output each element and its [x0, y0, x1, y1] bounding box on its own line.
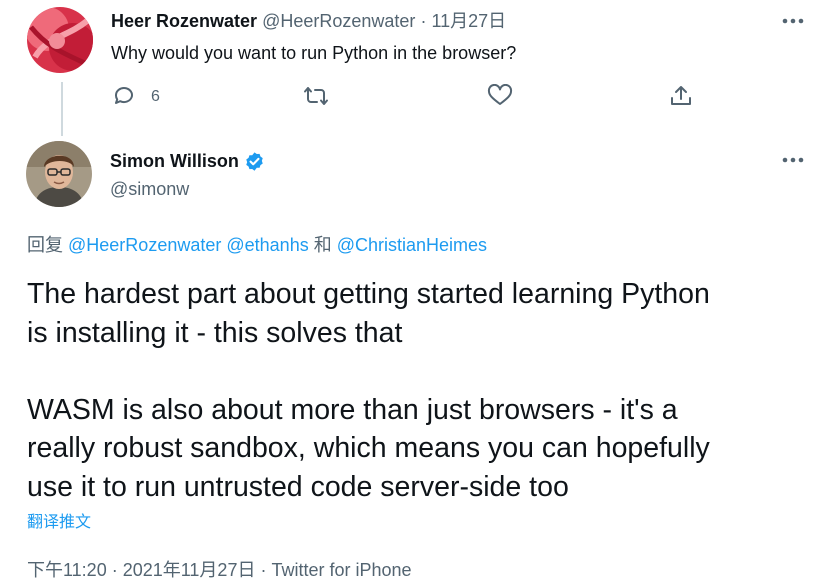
person-avatar-icon: [26, 141, 92, 207]
body-line: really robust sandbox, which means you c…: [27, 432, 710, 464]
reply-prefix: 回复: [27, 235, 63, 255]
main-avatar[interactable]: [26, 141, 92, 207]
tweet-body: The hardest part about getting started l…: [27, 275, 710, 506]
parent-display-name[interactable]: Heer Rozenwater: [111, 11, 257, 31]
retweet-icon: [304, 87, 328, 105]
main-more-button[interactable]: [780, 150, 806, 170]
body-line: WASM is also about more than just browse…: [27, 393, 678, 426]
main-display-name[interactable]: Simon Willison: [110, 149, 239, 173]
more-dots-icon: [782, 18, 804, 24]
heart-icon: [487, 84, 513, 105]
parent-more-button[interactable]: [780, 11, 806, 31]
parent-avatar[interactable]: [27, 7, 93, 73]
reply-count: 6: [151, 88, 160, 105]
parent-date[interactable]: 11月27日: [431, 11, 506, 31]
reply-button[interactable]: [110, 84, 138, 108]
parent-header: Heer Rozenwater @HeerRozenwater · 11月27日: [111, 9, 506, 33]
parent-handle[interactable]: @HeerRozenwater: [262, 11, 415, 31]
reply-conjunction: 和: [313, 235, 332, 255]
parent-tweet-text: Why would you want to run Python in the …: [111, 43, 517, 63]
parent-separator: ·: [420, 11, 427, 31]
reply-icon: [114, 87, 133, 104]
body-line: The hardest part about getting started l…: [27, 278, 710, 310]
more-dots-icon: [782, 157, 804, 163]
mention-ethanhs[interactable]: @ethanhs: [226, 235, 308, 255]
verified-badge-icon: [244, 151, 265, 172]
thread-connector-line: [61, 82, 63, 136]
replying-to-line: 回复 @HeerRozenwater @ethanhs 和 @Christian…: [27, 233, 487, 257]
main-handle[interactable]: @simonw: [110, 177, 189, 201]
mention-christianheimes[interactable]: @ChristianHeimes: [337, 235, 487, 255]
body-line: is installing it - this solves that: [27, 316, 403, 349]
tweet-timestamp[interactable]: 下午11:20 · 2021年11月27日 · Twitter for iPho…: [27, 558, 412, 582]
main-display-name-row: Simon Willison: [110, 149, 265, 173]
translate-tweet-link[interactable]: 翻译推文: [27, 512, 91, 534]
share-icon: [671, 86, 691, 105]
mention-heerrozenwater[interactable]: @HeerRozenwater: [68, 235, 221, 255]
red-rose-avatar-icon: [27, 7, 93, 73]
like-button[interactable]: [486, 84, 514, 108]
body-line: use it to run untrusted code server-side…: [27, 470, 569, 503]
retweet-button[interactable]: [302, 84, 330, 108]
share-button[interactable]: [667, 83, 695, 109]
